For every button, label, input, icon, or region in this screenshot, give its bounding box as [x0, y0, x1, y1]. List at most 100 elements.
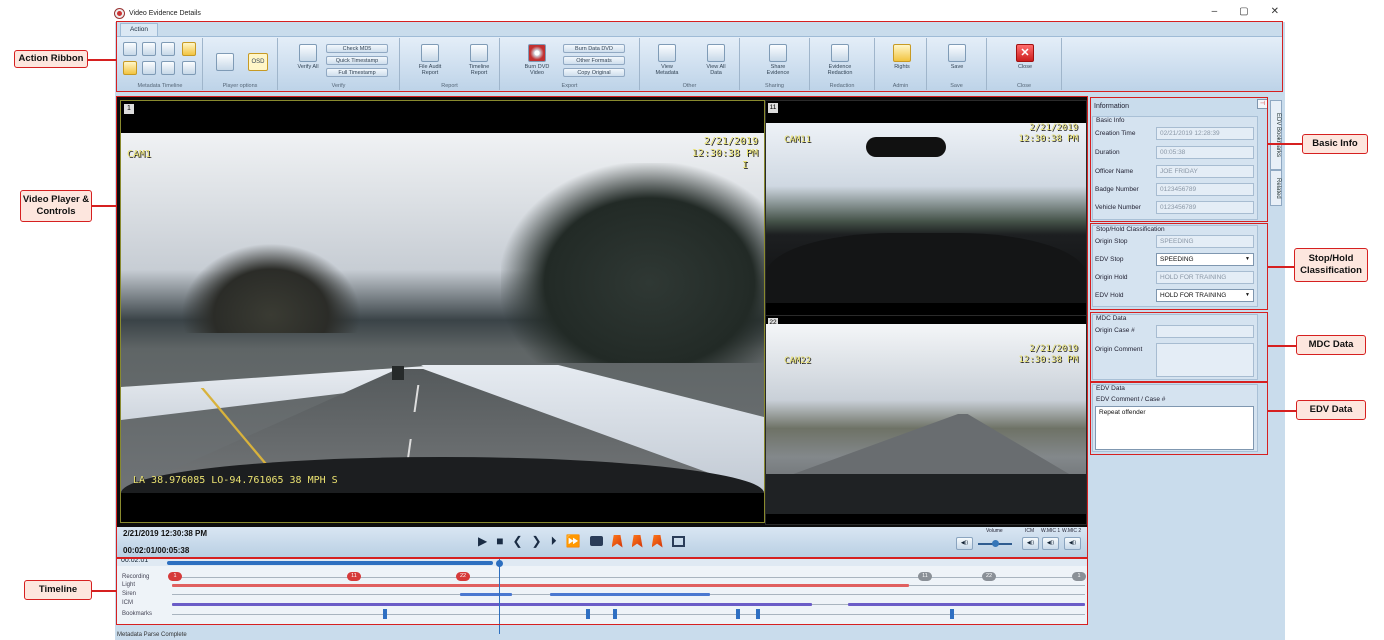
osd-button[interactable]: OSD — [248, 53, 268, 73]
osd-cam-label: CAM11 — [784, 135, 812, 145]
officer-name-label: Officer Name — [1095, 168, 1134, 175]
bookmark-next-icon[interactable] — [651, 534, 663, 548]
check-md5-button[interactable]: Check MD5 — [326, 44, 388, 53]
osd-cam-label: CAM22 — [784, 356, 812, 366]
fullscreen-icon[interactable] — [671, 535, 685, 547]
dvd-icon — [528, 44, 546, 62]
quick-timestamp-button[interactable]: Quick Timestamp — [326, 56, 388, 65]
metadata-icon — [658, 44, 676, 62]
cam11-video-player[interactable]: 11 CAM11 2/21/2019 12:30:38 PM — [765, 100, 1087, 324]
frame-advance-icon[interactable]: ⏵ — [551, 534, 557, 548]
aux1-toggle-button[interactable] — [161, 61, 175, 77]
snapshot-options-button[interactable] — [216, 53, 234, 73]
bookmark-marker[interactable] — [383, 609, 387, 619]
main-video-player[interactable]: 1 CAM1 2/21/2019 12:30:38 PM I LA 38.976… — [120, 100, 765, 523]
close-button[interactable]: ✕ Close — [1012, 44, 1038, 70]
recording-track — [172, 577, 1085, 578]
row-label-light: Light — [122, 582, 136, 588]
volume-label: Volume — [986, 528, 1003, 534]
recording-badge[interactable]: 22 — [456, 572, 470, 581]
edv-comment-label: EDV Comment / Case # — [1096, 396, 1166, 403]
icm-bar[interactable] — [172, 603, 812, 606]
recording-badge[interactable]: 11 — [918, 572, 932, 581]
burn-data-dvd-button[interactable]: Burn Data DVD — [563, 44, 625, 53]
timeline-report-button[interactable]: Timeline Report — [463, 44, 495, 76]
share-icon — [769, 44, 787, 62]
cam22-video-player[interactable]: 22 CAM22 2/21/2019 12:30:38 PM — [765, 315, 1087, 525]
minimize-button[interactable]: – — [1212, 6, 1218, 17]
maximize-button[interactable]: ▢ — [1239, 6, 1248, 17]
wmic2-mute-button[interactable]: ◀)) — [1064, 537, 1081, 550]
video-number-badge: 11 — [768, 103, 778, 113]
edv-hold-select[interactable]: HOLD FOR TRAINING ▼ — [1156, 289, 1254, 302]
icm-mute-button[interactable]: ◀)) — [1022, 537, 1039, 550]
save-button[interactable]: Save — [944, 44, 970, 70]
edv-comment-input[interactable]: Repeat offender — [1095, 406, 1254, 450]
bookmark-prev-icon[interactable] — [631, 534, 643, 548]
view-all-data-button[interactable]: View All Data — [700, 44, 732, 76]
snapshot-icon[interactable] — [589, 536, 603, 546]
verify-all-button[interactable]: Verify All — [294, 44, 322, 70]
bookmark-marker[interactable] — [756, 609, 760, 619]
stop-icon[interactable]: ■ — [496, 534, 503, 548]
rights-button[interactable]: Rights — [890, 44, 914, 70]
mdc-data-title: MDC Data — [1096, 315, 1127, 322]
mic-toggle-button[interactable] — [182, 42, 196, 58]
tab-edv-bookmarks[interactable]: EDV Bookmarks — [1270, 100, 1282, 170]
report-icon — [421, 44, 439, 62]
group-label: Close — [1016, 83, 1032, 89]
bookmark-marker[interactable] — [736, 609, 740, 619]
volume-knob[interactable] — [992, 540, 999, 547]
light-toggle-button[interactable] — [123, 61, 137, 77]
light-bar[interactable] — [172, 584, 909, 587]
play-icon[interactable]: ▶ — [478, 534, 487, 548]
save-icon — [948, 44, 966, 62]
add-meta-button[interactable] — [142, 42, 156, 58]
recording-badge[interactable]: 1 — [168, 572, 182, 581]
microphone-icon — [182, 42, 196, 56]
evidence-redaction-button[interactable]: Evidence Redaction — [822, 44, 858, 76]
group-label: Sharing — [765, 83, 784, 89]
full-timestamp-button[interactable]: Full Timestamp — [326, 68, 388, 77]
edv-stop-select[interactable]: SPEEDING ▼ — [1156, 253, 1254, 266]
master-mute-button[interactable]: ◀)) — [956, 537, 973, 550]
siren-bar[interactable] — [550, 593, 710, 596]
view-metadata-button[interactable]: View Metadata — [651, 44, 683, 76]
recording-badge[interactable]: 11 — [347, 572, 361, 581]
file-audit-report-button[interactable]: File Audit Report — [412, 44, 448, 76]
share-evidence-button[interactable]: Share Evidence — [761, 44, 795, 76]
siren-toggle-button[interactable] — [161, 42, 175, 58]
row-label-icm: ICM — [122, 600, 133, 606]
wmic1-mute-button[interactable]: ◀)) — [1042, 537, 1059, 550]
step-back-icon[interactable]: ❮ — [512, 534, 522, 548]
redaction-icon — [831, 44, 849, 62]
pin-panel-icon[interactable]: ⊣ — [1257, 99, 1268, 109]
speaker-icon — [142, 61, 156, 75]
burn-dvd-video-button[interactable]: Burn DVD Video — [521, 44, 553, 76]
timeline-current-time: 00:02:01 — [121, 557, 149, 564]
icm-bar[interactable] — [848, 603, 1085, 606]
speaker-toggle-button[interactable] — [142, 61, 156, 77]
aux2-icon — [182, 61, 196, 75]
picture-icon — [216, 53, 234, 71]
other-formats-button[interactable]: Other Formats — [563, 56, 625, 65]
step-forward-icon[interactable]: ❯ — [532, 534, 542, 548]
bookmark-marker[interactable] — [613, 609, 617, 619]
timeline-playhead[interactable] — [499, 558, 500, 634]
recording-badge[interactable]: 22 — [982, 572, 996, 581]
link-toggle-button[interactable] — [123, 42, 137, 58]
fast-forward-icon[interactable]: ⏩ — [566, 534, 581, 548]
bookmark-marker[interactable] — [586, 609, 590, 619]
copy-original-button[interactable]: Copy Original — [563, 68, 625, 77]
aux2-toggle-button[interactable] — [182, 61, 196, 77]
close-window-button[interactable]: ✕ — [1271, 6, 1279, 17]
siren-bar[interactable] — [460, 593, 512, 596]
file-audit-report-label: File Audit Report — [418, 64, 442, 76]
tab-action[interactable]: Action — [120, 23, 158, 36]
bookmark-marker[interactable] — [950, 609, 954, 619]
playhead-knob[interactable] — [496, 560, 503, 567]
edv-hold-label: EDV Hold — [1095, 292, 1124, 299]
tab-related[interactable]: Related — [1270, 170, 1282, 206]
bookmark-add-icon[interactable] — [611, 534, 623, 548]
recording-badge[interactable]: 1 — [1072, 572, 1086, 581]
